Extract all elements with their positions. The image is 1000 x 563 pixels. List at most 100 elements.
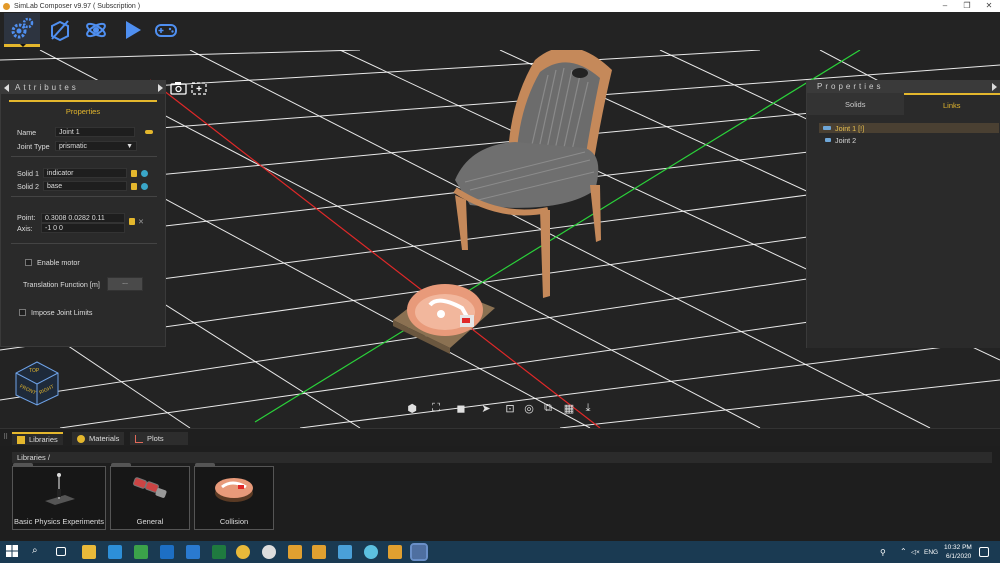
solid2-field[interactable]: base [43, 181, 127, 191]
camera-snapshot-icon[interactable] [170, 82, 187, 95]
collapse-right-icon[interactable] [992, 82, 997, 91]
library-card-general[interactable]: General [110, 463, 190, 530]
maximize-button[interactable]: ❐ [956, 0, 978, 12]
play-tool-button[interactable] [114, 13, 150, 47]
divider [11, 196, 157, 197]
gamepad-icon [155, 24, 177, 37]
tab-label: Libraries [29, 435, 58, 444]
solid1-label: Solid 1 [17, 168, 39, 178]
tree-item-label: Joint 2 [835, 135, 857, 145]
search-view-tool[interactable]: ◎ [521, 400, 537, 416]
axis-field[interactable]: -1 0 0 [41, 223, 125, 233]
solid2-label: Solid 2 [17, 181, 39, 191]
zoom-extents-tool[interactable]: ⛶ [428, 400, 444, 416]
file-explorer-icon[interactable] [82, 545, 96, 559]
solid1-field[interactable]: indicator [43, 168, 127, 178]
shading-tool[interactable]: ◼ [453, 400, 469, 416]
plot-icon [135, 434, 143, 443]
minimize-button[interactable]: – [934, 0, 956, 12]
locate-solid1-icon[interactable] [141, 169, 148, 177]
properties-section-title: Properties [9, 100, 157, 116]
volume-icon[interactable]: ◁× [911, 548, 920, 556]
attributes-panel: Attributes Properties Name Joint 1 Joint… [0, 80, 166, 347]
scene-tool-button[interactable] [42, 13, 78, 47]
card-label: General [136, 517, 164, 526]
frame-icon: ⛶ [432, 401, 440, 414]
layers-tool[interactable]: ⧉ [540, 400, 556, 416]
cursor-icon: ➤ [481, 402, 491, 415]
close-button[interactable]: ✕ [978, 0, 1000, 12]
expand-right-icon[interactable] [158, 83, 163, 92]
pick-point-icon[interactable] [129, 218, 135, 225]
fit-selection-tool[interactable]: ⊡ [502, 400, 518, 416]
physics-tool-button[interactable] [78, 13, 114, 47]
library-card-basic-physics[interactable]: Basic Physics Experiments [12, 463, 106, 530]
atom-icon [86, 22, 106, 38]
pick-solid2-icon[interactable] [131, 182, 137, 190]
collapse-left-icon[interactable] [4, 83, 9, 92]
simlab-icon-2[interactable] [312, 545, 326, 559]
outlook-icon[interactable] [160, 545, 174, 559]
title-bar: SimLab Composer v9.97 ( Subscription ) –… [0, 0, 1000, 12]
pick-solid1-icon[interactable] [131, 169, 137, 177]
app-icon-1[interactable] [108, 545, 122, 559]
app-icon-6[interactable] [364, 545, 378, 559]
tab-solids[interactable]: Solids [807, 93, 904, 115]
point-field[interactable]: 0.3008 0.0282 0.11 [41, 212, 125, 223]
collision-model[interactable] [393, 284, 495, 354]
excel-icon[interactable] [212, 545, 226, 559]
tab-plots[interactable]: Plots [130, 432, 188, 445]
locate-solid2-icon[interactable] [141, 182, 148, 190]
tree-item-joint-2[interactable]: Joint 2 [825, 135, 856, 145]
library-card-collision[interactable]: Collision [194, 463, 274, 530]
people-icon[interactable]: ⚲ [880, 548, 886, 557]
navigation-cube[interactable]: TOP FRONT RIGHT [14, 360, 60, 406]
enable-motor-checkbox[interactable] [25, 259, 32, 266]
chrome-icon[interactable] [236, 545, 250, 559]
windows-start-icon[interactable] [6, 545, 20, 559]
name-field[interactable]: Joint 1 [55, 127, 135, 137]
tab-label: Materials [89, 434, 120, 443]
chair-model[interactable] [453, 50, 612, 298]
app-icon-2[interactable] [134, 545, 148, 559]
drop-tool[interactable]: ⤓ [580, 400, 596, 416]
tab-materials[interactable]: Materials [72, 432, 125, 445]
attributes-header: Attributes [1, 81, 165, 94]
axis-cross-icon[interactable]: ✕ [138, 217, 144, 226]
notifications-icon[interactable] [979, 547, 989, 557]
fit-view-icon[interactable] [191, 82, 207, 95]
lock-toggle-icon[interactable] [145, 130, 153, 134]
panel-grip-icon[interactable]: ⠿ [3, 433, 8, 441]
impose-limits-checkbox[interactable] [19, 309, 26, 316]
simlab-icon-1[interactable] [288, 545, 302, 559]
clock-date: 6/1/2020 [946, 553, 972, 560]
tree-item-label: Joint 1 [!] [835, 123, 865, 133]
simlab-composer-icon[interactable] [410, 543, 428, 561]
properties-header: Properties [807, 80, 1000, 93]
joint-type-select[interactable]: prismatic ▼ [55, 141, 137, 151]
search-icon[interactable]: ⌕ [32, 545, 46, 559]
view-cube-tool[interactable]: ⬢ [404, 400, 420, 416]
windows-taskbar: ⌕ ⚲ ⌃ ◁× ENG 10:32 PM 6/1/2020 [0, 541, 1000, 563]
app-icon-5[interactable] [338, 545, 352, 559]
simlab-icon-3[interactable] [388, 545, 402, 559]
library-panel: Libraries / Basic Physics Experiments Ge… [0, 446, 1000, 541]
language-indicator[interactable]: ENG [924, 549, 938, 556]
vr-tool-button[interactable] [148, 13, 184, 47]
tree-item-joint-1[interactable]: Joint 1 [!] [819, 123, 999, 133]
settings-tool-button[interactable] [4, 13, 40, 47]
enable-motor-label: Enable motor [37, 258, 80, 267]
app-icon-3[interactable] [186, 545, 200, 559]
select-tool[interactable]: ➤ [478, 400, 494, 416]
task-view-icon[interactable] [56, 547, 66, 556]
layers-icon: ⧉ [544, 401, 552, 414]
solid-cube-icon: ◼ [456, 402, 466, 415]
grid-tool[interactable]: ▦ [561, 400, 577, 416]
joint-type-label: Joint Type [17, 141, 50, 151]
tab-label: Plots [147, 434, 164, 443]
tab-links[interactable]: Links [903, 93, 1000, 115]
tray-chevron-icon[interactable]: ⌃ [900, 547, 907, 556]
app-icon-4[interactable] [262, 545, 276, 559]
translation-function-button[interactable]: ... [107, 277, 143, 291]
tab-libraries[interactable]: Libraries [12, 432, 63, 445]
